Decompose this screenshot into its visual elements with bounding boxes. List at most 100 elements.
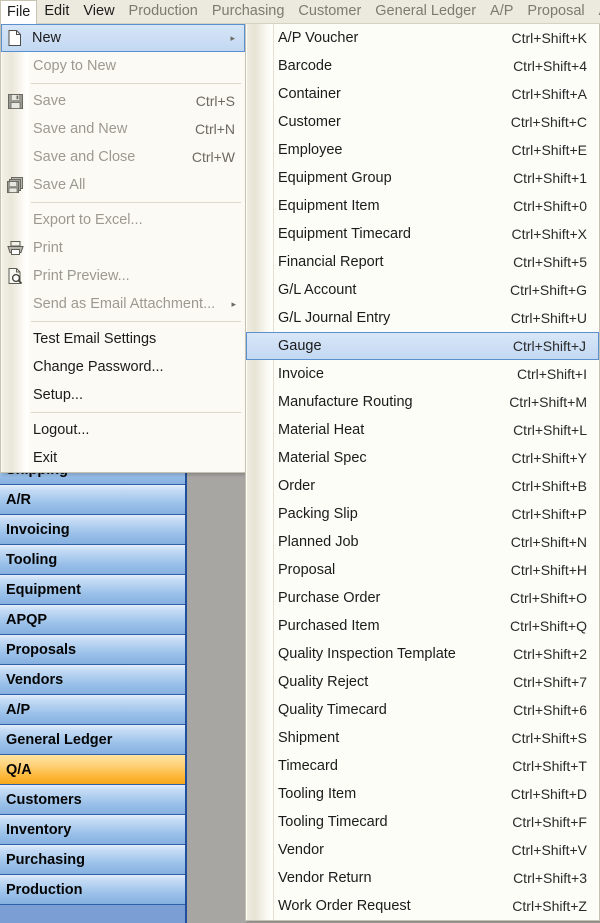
new-submenu-item-quality-timecard[interactable]: Quality Timecard Ctrl+Shift+6 bbox=[246, 696, 599, 724]
new-submenu-item-label: Timecard bbox=[278, 758, 338, 774]
file-menu-item-shortcut: Ctrl+N bbox=[194, 121, 235, 137]
new-submenu-item-a-p-voucher[interactable]: A/P Voucher Ctrl+Shift+K bbox=[246, 24, 599, 52]
nav-item-vendors[interactable]: Vendors bbox=[0, 665, 185, 695]
new-submenu-item-g-l-account[interactable]: G/L Account Ctrl+Shift+G bbox=[246, 276, 599, 304]
file-menu-item-print-preview[interactable]: Print Preview... bbox=[1, 262, 245, 290]
new-submenu-item-employee[interactable]: Employee Ctrl+Shift+E bbox=[246, 136, 599, 164]
new-submenu-item-manufacture-routing[interactable]: Manufacture Routing Ctrl+Shift+M bbox=[246, 388, 599, 416]
menubar-item-purchasing[interactable]: Purchasing bbox=[205, 0, 292, 23]
new-submenu-item-label: Material Spec bbox=[278, 450, 367, 466]
new-submenu-item-shipment[interactable]: Shipment Ctrl+Shift+S bbox=[246, 724, 599, 752]
new-submenu-item-label: Quality Inspection Template bbox=[278, 646, 456, 662]
nav-item-purchasing[interactable]: Purchasing bbox=[0, 845, 185, 875]
menubar-item-production[interactable]: Production bbox=[122, 0, 205, 23]
file-menu-item-save-and-close[interactable]: Save and Close Ctrl+W bbox=[1, 143, 245, 171]
file-menu-item-label: Setup... bbox=[33, 387, 83, 403]
file-menu-item-label: Save and Close bbox=[33, 149, 136, 165]
new-submenu-item-label: Packing Slip bbox=[278, 506, 358, 522]
save-floppy-icon bbox=[1, 93, 29, 109]
menu-separator bbox=[1, 318, 245, 325]
nav-item-general-ledger[interactable]: General Ledger bbox=[0, 725, 185, 755]
file-menu-item-logout[interactable]: Logout... bbox=[1, 416, 245, 444]
file-menu-item-export-to-excel[interactable]: Export to Excel... bbox=[1, 206, 245, 234]
nav-item-a-r[interactable]: A/R bbox=[0, 485, 185, 515]
new-submenu-item-label: Purchase Order bbox=[278, 590, 381, 606]
new-submenu-item-vendor-return[interactable]: Vendor Return Ctrl+Shift+3 bbox=[246, 864, 599, 892]
new-submenu-item-label: Shipment bbox=[278, 730, 340, 746]
new-submenu-item-label: Tooling Item bbox=[278, 786, 357, 802]
file-menu-item-save-all[interactable]: Save All bbox=[1, 171, 245, 199]
file-menu-item-label: Print Preview... bbox=[33, 268, 130, 284]
new-submenu-item-barcode[interactable]: Barcode Ctrl+Shift+4 bbox=[246, 52, 599, 80]
new-submenu-item-packing-slip[interactable]: Packing Slip Ctrl+Shift+P bbox=[246, 500, 599, 528]
menubar-item-customer[interactable]: Customer bbox=[291, 0, 368, 23]
new-submenu-item-vendor[interactable]: Vendor Ctrl+Shift+V bbox=[246, 836, 599, 864]
menubar-item-proposal[interactable]: Proposal bbox=[520, 0, 591, 23]
nav-item-proposals[interactable]: Proposals bbox=[0, 635, 185, 665]
new-submenu-item-quality-reject[interactable]: Quality Reject Ctrl+Shift+7 bbox=[246, 668, 599, 696]
menubar-item-a-p[interactable]: A/P bbox=[483, 0, 520, 23]
new-submenu-item-gauge[interactable]: Gauge Ctrl+Shift+J bbox=[246, 332, 599, 360]
new-submenu-item-tooling-item[interactable]: Tooling Item Ctrl+Shift+D bbox=[246, 780, 599, 808]
nav-item-invoicing[interactable]: Invoicing bbox=[0, 515, 185, 545]
file-menu-item-send-as-email-attachment[interactable]: Send as Email Attachment... ▸ bbox=[1, 290, 245, 318]
nav-item-customers[interactable]: Customers bbox=[0, 785, 185, 815]
new-submenu-item-container[interactable]: Container Ctrl+Shift+A bbox=[246, 80, 599, 108]
menubar-item-label: View bbox=[83, 3, 115, 20]
new-submenu-item-customer[interactable]: Customer Ctrl+Shift+C bbox=[246, 108, 599, 136]
new-submenu-item-shortcut: Ctrl+Shift+Z bbox=[512, 898, 587, 914]
file-menu-item-print[interactable]: Print bbox=[1, 234, 245, 262]
chevron-right-icon: ▸ bbox=[231, 298, 236, 309]
new-submenu-item-invoice[interactable]: Invoice Ctrl+Shift+I bbox=[246, 360, 599, 388]
nav-item-a-p[interactable]: A/P bbox=[0, 695, 185, 725]
file-menu-item-exit[interactable]: Exit bbox=[1, 444, 245, 472]
nav-item-equipment[interactable]: Equipment bbox=[0, 575, 185, 605]
new-submenu-item-proposal[interactable]: Proposal Ctrl+Shift+H bbox=[246, 556, 599, 584]
nav-item-q-a[interactable]: Q/A bbox=[0, 755, 185, 785]
new-submenu-item-purchased-item[interactable]: Purchased Item Ctrl+Shift+Q bbox=[246, 612, 599, 640]
new-submenu-item-purchase-order[interactable]: Purchase Order Ctrl+Shift+O bbox=[246, 584, 599, 612]
new-submenu-item-order[interactable]: Order Ctrl+Shift+B bbox=[246, 472, 599, 500]
new-submenu-item-material-heat[interactable]: Material Heat Ctrl+Shift+L bbox=[246, 416, 599, 444]
new-submenu-item-equipment-timecard[interactable]: Equipment Timecard Ctrl+Shift+X bbox=[246, 220, 599, 248]
new-submenu-item-material-spec[interactable]: Material Spec Ctrl+Shift+Y bbox=[246, 444, 599, 472]
file-menu-item-copy-to-new[interactable]: Copy to New bbox=[1, 52, 245, 80]
menubar-item-ap[interactable]: AP bbox=[592, 0, 600, 23]
new-submenu-item-equipment-group[interactable]: Equipment Group Ctrl+Shift+1 bbox=[246, 164, 599, 192]
new-submenu-item-label: Gauge bbox=[278, 338, 322, 354]
new-submenu-item-label: Planned Job bbox=[278, 534, 359, 550]
menubar-item-view[interactable]: View bbox=[76, 0, 121, 23]
new-submenu-item-g-l-journal-entry[interactable]: G/L Journal Entry Ctrl+Shift+U bbox=[246, 304, 599, 332]
nav-item-production[interactable]: Production bbox=[0, 875, 185, 905]
new-submenu-item-equipment-item[interactable]: Equipment Item Ctrl+Shift+0 bbox=[246, 192, 599, 220]
new-submenu-item-shortcut: Ctrl+Shift+1 bbox=[513, 170, 587, 186]
new-submenu-item-planned-job[interactable]: Planned Job Ctrl+Shift+N bbox=[246, 528, 599, 556]
new-submenu-item-work-order-request[interactable]: Work Order Request Ctrl+Shift+Z bbox=[246, 892, 599, 920]
new-submenu-item-shortcut: Ctrl+Shift+O bbox=[509, 590, 587, 606]
print-preview-icon bbox=[1, 268, 29, 284]
nav-item-inventory[interactable]: Inventory bbox=[0, 815, 185, 845]
new-submenu-item-label: Quality Reject bbox=[278, 674, 369, 690]
file-menu-item-setup[interactable]: Setup... bbox=[1, 381, 245, 409]
file-menu-item-save[interactable]: Save Ctrl+S bbox=[1, 87, 245, 115]
nav-item-label: Production bbox=[6, 881, 83, 898]
nav-item-apqp[interactable]: APQP bbox=[0, 605, 185, 635]
new-submenu-item-tooling-timecard[interactable]: Tooling Timecard Ctrl+Shift+F bbox=[246, 808, 599, 836]
new-submenu-item-label: G/L Journal Entry bbox=[278, 310, 391, 326]
new-submenu-item-financial-report[interactable]: Financial Report Ctrl+Shift+5 bbox=[246, 248, 599, 276]
new-submenu-item-quality-inspection-template[interactable]: Quality Inspection Template Ctrl+Shift+2 bbox=[246, 640, 599, 668]
file-menu-item-save-and-new[interactable]: Save and New Ctrl+N bbox=[1, 115, 245, 143]
printer-icon bbox=[1, 241, 29, 255]
menubar-item-general-ledger[interactable]: General Ledger bbox=[368, 0, 483, 23]
file-menu-item-label: Exit bbox=[33, 450, 58, 466]
menubar-item-file[interactable]: File bbox=[0, 0, 38, 24]
new-submenu-item-timecard[interactable]: Timecard Ctrl+Shift+T bbox=[246, 752, 599, 780]
file-menu-item-list: New ▸ Copy to New Save Ctrl+S Save and New Ctr… bbox=[1, 24, 245, 472]
file-menu-item-new[interactable]: New ▸ bbox=[1, 24, 245, 52]
nav-item-tooling[interactable]: Tooling bbox=[0, 545, 185, 575]
nav-item-label: Equipment bbox=[6, 581, 81, 598]
chevron-right-icon: ▸ bbox=[230, 32, 235, 43]
file-menu-item-change-password[interactable]: Change Password... bbox=[1, 353, 245, 381]
file-menu-item-test-email-settings[interactable]: Test Email Settings bbox=[1, 325, 245, 353]
menubar-item-edit[interactable]: Edit bbox=[37, 0, 76, 23]
